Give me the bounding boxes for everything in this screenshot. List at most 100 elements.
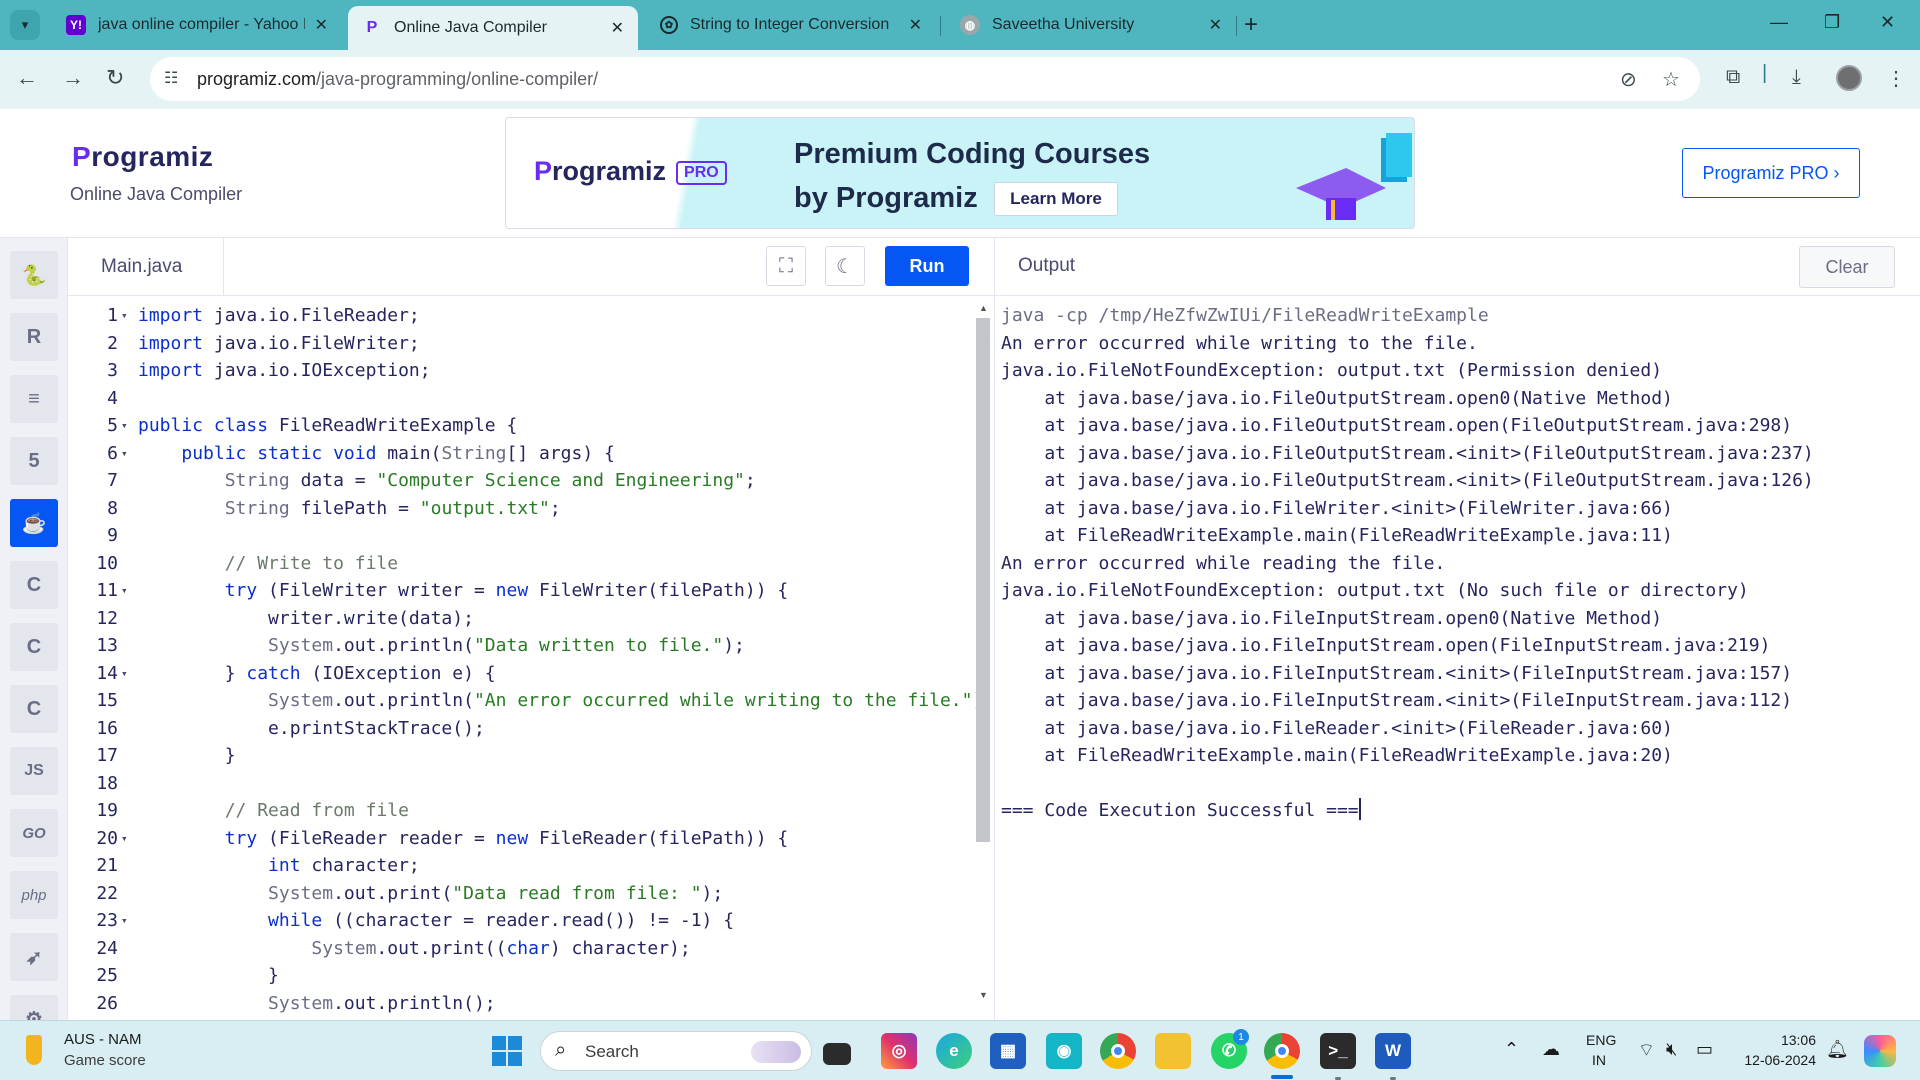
copilot-icon[interactable] (1864, 1035, 1896, 1067)
input-region[interactable]: IN (1592, 1052, 1606, 1068)
lang-csharp-icon[interactable]: C (10, 685, 58, 733)
code-line[interactable]: 5 ▾ public class FileReadWriteExample { (68, 412, 968, 440)
run-button[interactable]: Run (885, 246, 969, 286)
code-line[interactable]: 13 System.out.println("Data written to f… (68, 632, 968, 660)
code-line[interactable]: 9 (68, 522, 968, 550)
app-icon[interactable]: ◉ (1046, 1033, 1082, 1069)
scroll-up-icon[interactable]: ▲ (979, 303, 988, 313)
fold-toggle-icon[interactable]: ▾ (121, 577, 128, 605)
taskbar-search[interactable]: ⌕ Search (540, 1031, 812, 1071)
input-language[interactable]: ENG (1586, 1032, 1616, 1048)
back-button[interactable]: ← (16, 64, 38, 92)
lang-js-icon[interactable]: JS (10, 747, 58, 795)
close-icon[interactable]: ✕ (315, 15, 328, 35)
scroll-down-icon[interactable]: ▼ (979, 990, 988, 1000)
lang-cpp-icon[interactable]: C (10, 623, 58, 671)
code-line[interactable]: 26 System.out.println(); (68, 990, 968, 1018)
lang-swift-icon[interactable]: ➶ (10, 933, 58, 981)
clock-time[interactable]: 13:06 (1756, 1032, 1816, 1048)
fold-toggle-icon[interactable]: ▾ (121, 440, 128, 468)
code-line[interactable]: 4 (68, 385, 968, 413)
wifi-icon[interactable]: ⌔ (1638, 1039, 1655, 1062)
programiz-logo[interactable]: Programiz (72, 141, 213, 173)
download-icon[interactable]: ⤓ (1792, 66, 1801, 89)
lang-python-icon[interactable]: 🐍 (10, 251, 58, 299)
theme-toggle-button[interactable]: ☾ (825, 246, 865, 286)
code-line[interactable]: 23 ▾ while ((character = reader.read()) !… (68, 907, 968, 935)
file-explorer-icon[interactable] (823, 1043, 851, 1065)
profile-avatar[interactable] (1836, 65, 1862, 91)
code-line[interactable]: 14 ▾ } catch (IOException e) { (68, 660, 968, 688)
tab-saveetha[interactable]: ◍ Saveetha University ✕ (946, 7, 1236, 43)
code-line[interactable]: 3 import java.io.IOException; (68, 357, 968, 385)
close-icon[interactable]: ✕ (611, 18, 624, 38)
code-line[interactable]: 12 writer.write(data); (68, 605, 968, 633)
widget-title[interactable]: AUS - NAM (64, 1031, 142, 1048)
restore-icon[interactable]: ❐ (1824, 12, 1840, 33)
code-line[interactable]: 7 String data = "Computer Science and En… (68, 467, 968, 495)
edge-icon[interactable]: e (936, 1033, 972, 1069)
close-icon[interactable]: ✕ (1209, 15, 1222, 35)
extensions-icon[interactable]: ⧉ (1726, 66, 1740, 89)
star-icon[interactable]: ☆ (1662, 67, 1680, 92)
folder-icon[interactable] (1155, 1033, 1191, 1069)
forward-button[interactable]: → (62, 64, 84, 92)
chrome-icon[interactable] (1100, 1033, 1136, 1069)
minimize-icon[interactable]: — (1770, 12, 1788, 33)
programiz-pro-button[interactable]: Programiz PRO › (1682, 148, 1860, 198)
output-console[interactable]: java -cp /tmp/HeZfwZwIUi/FileReadWriteEx… (994, 296, 1920, 1020)
more-menu-icon[interactable]: ⋮ (1886, 66, 1906, 91)
code-line[interactable]: 24 System.out.print((char) character); (68, 935, 968, 963)
instagram-icon[interactable]: ◎ (881, 1033, 917, 1069)
tab-yahoo[interactable]: Y! java online compiler - Yahoo In ✕ (52, 7, 342, 43)
learn-more-button[interactable]: Learn More (994, 182, 1118, 216)
lang-r-icon[interactable]: R (10, 313, 58, 361)
code-line[interactable]: 11 ▾ try (FileWriter writer = new FileWri… (68, 577, 968, 605)
start-button[interactable] (492, 1036, 522, 1066)
editor-scrollbar[interactable] (976, 318, 990, 842)
onedrive-icon[interactable]: ☁ (1542, 1039, 1560, 1060)
battery-icon[interactable]: ▭ (1696, 1039, 1713, 1060)
fold-toggle-icon[interactable]: ▾ (121, 302, 128, 330)
word-icon[interactable]: W (1375, 1033, 1411, 1069)
chrome-profile-icon[interactable] (1264, 1033, 1300, 1069)
code-line[interactable]: 19 // Read from file (68, 797, 968, 825)
lang-c-icon[interactable]: C (10, 561, 58, 609)
code-line[interactable]: 22 System.out.print("Data read from file… (68, 880, 968, 908)
code-line[interactable]: 10 // Write to file (68, 550, 968, 578)
eye-off-icon[interactable]: ⊘ (1620, 67, 1637, 92)
fold-toggle-icon[interactable]: ▾ (121, 412, 128, 440)
code-line[interactable]: 21 int character; (68, 852, 968, 880)
tab-string-to-integer[interactable]: ✿ String to Integer Conversion ✕ (646, 7, 936, 43)
fold-toggle-icon[interactable]: ▾ (121, 825, 128, 853)
code-line[interactable]: 18 (68, 770, 968, 798)
notification-bell-icon[interactable]: 🔔︎ (1826, 1039, 1849, 1060)
new-tab-button[interactable]: + (1244, 12, 1258, 38)
widget-subtitle[interactable]: Game score (64, 1052, 146, 1069)
promo-banner[interactable]: Programiz PRO Premium Coding Courses by P… (505, 117, 1415, 229)
terminal-icon[interactable]: >_ (1320, 1033, 1356, 1069)
lang-rust-icon[interactable]: ⚙ (10, 995, 58, 1020)
clear-button[interactable]: Clear (1799, 246, 1895, 288)
fullscreen-button[interactable]: ⛶ (766, 246, 806, 286)
code-line[interactable]: 17 } (68, 742, 968, 770)
lang-sql-icon[interactable]: ≡ (10, 375, 58, 423)
store-icon[interactable]: ▦ (990, 1033, 1026, 1069)
score-widget-icon[interactable] (26, 1035, 42, 1065)
code-line[interactable]: 6 ▾ public static void main(String[] args… (68, 440, 968, 468)
clock-date[interactable]: 12-06-2024 (1736, 1052, 1816, 1068)
code-line[interactable]: 2 import java.io.FileWriter; (68, 330, 968, 358)
lang-php-icon[interactable]: php (10, 871, 58, 919)
code-editor[interactable]: 1 ▾ import java.io.FileReader; 2 import java… (68, 296, 994, 1020)
address-bar[interactable]: ☷ programiz.com/java-programming/online-… (150, 57, 1700, 101)
chevron-up-icon[interactable]: ⌃ (1504, 1039, 1519, 1060)
lang-java-icon[interactable]: ☕ (10, 499, 58, 547)
window-close-icon[interactable]: ✕ (1880, 12, 1895, 33)
close-icon[interactable]: ✕ (909, 15, 922, 35)
fold-toggle-icon[interactable]: ▾ (121, 660, 128, 688)
code-line[interactable]: 16 e.printStackTrace(); (68, 715, 968, 743)
code-line[interactable]: 8 String filePath = "output.txt"; (68, 495, 968, 523)
site-settings-icon[interactable]: ☷ (164, 68, 186, 90)
tab-online-java-compiler[interactable]: P Online Java Compiler ✕ (348, 6, 638, 50)
fold-toggle-icon[interactable]: ▾ (121, 907, 128, 935)
